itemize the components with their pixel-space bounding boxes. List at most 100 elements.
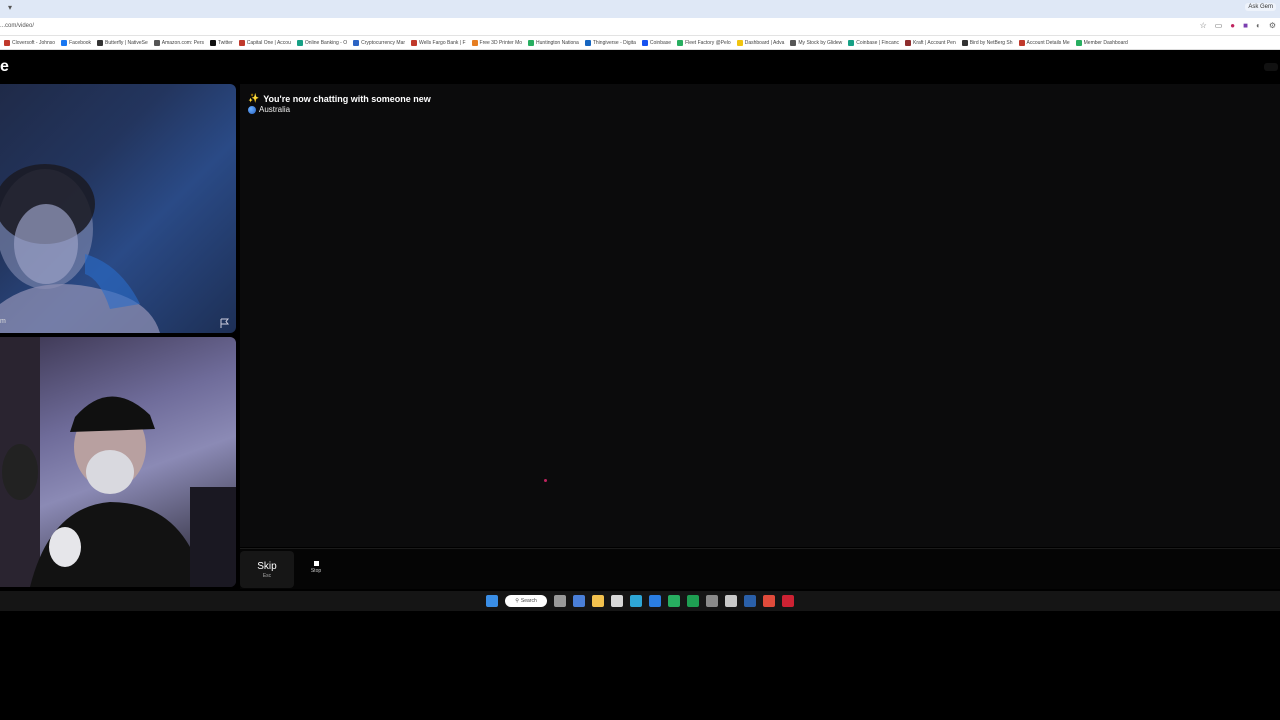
bookmark-label: Butterfly | NativeSe (105, 39, 148, 46)
steam-icon[interactable] (744, 595, 756, 607)
os-taskbar: ⚲ Search (0, 591, 1280, 611)
bookmark-item[interactable]: Coinbase (641, 39, 672, 46)
bookmark-label: Thingiverse - Digita (592, 39, 636, 46)
bookmark-item[interactable]: Free 3D Printer Mo (471, 39, 523, 46)
chat-controls: Skip Esc Stop (240, 548, 1280, 589)
remote-username: m (0, 318, 6, 325)
tab-dropdown-icon[interactable]: ▾ (8, 3, 12, 12)
bookmark-favicon-icon (238, 39, 245, 46)
bookmark-favicon-icon (353, 39, 360, 46)
report-flag-icon[interactable] (218, 317, 230, 329)
bookmark-label: My Stock by Glidew (798, 39, 843, 46)
address-bar[interactable]: ...com/video/ ☆ ▭ ● ■ ◐ ⚙ (0, 18, 1280, 36)
profile-icon[interactable]: ■ (1243, 21, 1248, 30)
url-text[interactable]: ...com/video/ (0, 23, 34, 29)
globe-icon (248, 105, 256, 114)
bookmark-favicon-icon (1075, 39, 1082, 46)
bookmark-item[interactable]: Account Details Me (1018, 39, 1070, 46)
store-icon[interactable] (611, 595, 623, 607)
app-page: e m ✨ You're now chatting with someone n… (0, 51, 1280, 591)
calculator-icon[interactable] (706, 595, 718, 607)
bookmark-item[interactable]: Kraft | Account Pen (905, 39, 956, 46)
record-icon[interactable]: ● (1230, 21, 1235, 30)
taskbar-search[interactable]: ⚲ Search (505, 595, 547, 607)
edge-icon[interactable] (630, 595, 642, 607)
bookmark-favicon-icon (210, 39, 217, 46)
photoshop-icon[interactable] (649, 595, 661, 607)
bookmark-label: Coinbase | Fincanc (856, 39, 900, 46)
star-icon[interactable]: ☆ (1200, 21, 1207, 30)
bookmark-favicon-icon (905, 39, 912, 46)
bookmark-favicon-icon (411, 39, 418, 46)
extension-icon[interactable]: ▭ (1215, 21, 1223, 30)
bookmark-item[interactable]: Butterfly | NativeSe (97, 39, 148, 46)
bookmark-item[interactable]: My Stock by Glidew (790, 39, 843, 46)
stop-icon (313, 561, 319, 566)
skip-label: Skip (257, 561, 277, 572)
snipping-tool-icon[interactable] (725, 595, 737, 607)
bookmark-favicon-icon (296, 39, 303, 46)
bookmark-item[interactable]: Facebook (61, 39, 91, 46)
bookmark-item[interactable]: Member Dashboard (1075, 39, 1128, 46)
new-chat-text: You're now chatting with someone new (263, 93, 431, 104)
bookmark-label: Kraft | Account Pen (913, 39, 956, 46)
bookmark-favicon-icon (1018, 39, 1025, 46)
bookmark-favicon-icon (961, 39, 968, 46)
search-icon: ⚲ (515, 598, 519, 604)
bookmark-label: Huntington Nationa (536, 39, 579, 46)
task-view-icon[interactable] (554, 595, 566, 607)
file-explorer-icon[interactable] (592, 595, 604, 607)
chrome-icon[interactable] (763, 595, 775, 607)
skip-button[interactable]: Skip Esc (240, 551, 294, 588)
stop-label: Stop (310, 568, 322, 574)
header-menu-button[interactable] (1264, 63, 1278, 71)
dark-mode-icon[interactable]: ◐ (1256, 21, 1261, 30)
bookmark-favicon-icon (584, 39, 591, 46)
windows-start-icon[interactable] (486, 595, 498, 607)
bookmark-label: Capital One | Accou (246, 39, 291, 46)
bookmark-favicon-icon (4, 39, 10, 46)
xbox-icon[interactable] (668, 595, 680, 607)
settings-icon[interactable]: ⚙ (1269, 21, 1276, 30)
location-text: Australia (259, 105, 291, 114)
toolbar-icons: ☆ ▭ ● ■ ◐ ⚙ (1200, 21, 1276, 30)
widgets-icon[interactable] (573, 595, 585, 607)
bookmark-label: Amazon.com: Pers (161, 39, 205, 46)
bookmark-item[interactable]: Thingiverse - Digita (584, 39, 636, 46)
bookmark-favicon-icon (641, 39, 648, 46)
bookmark-item[interactable]: Huntington Nationa (528, 39, 579, 46)
bookmark-label: Free 3D Printer Mo (479, 39, 523, 46)
bookmark-label: Coinbase (649, 39, 672, 46)
bookmark-item[interactable]: Cloversoft - Johnso (4, 39, 55, 46)
bookmark-item[interactable]: Dashboard | Adva (736, 39, 784, 46)
stop-button[interactable]: Stop (300, 551, 332, 588)
bookmarks-bar: Cloversoft - Johnso Facebook Butterfly | N… (0, 36, 1280, 50)
new-chat-notice: ✨ You're now chatting with someone new (248, 93, 431, 104)
bookmark-item[interactable]: Amazon.com: Pers (153, 39, 205, 46)
browser-tabstrip: ▾ Ask Gem (0, 0, 1280, 18)
bookmark-item[interactable]: Bird by NetBerg Sh (961, 39, 1013, 46)
bookmark-favicon-icon (471, 39, 478, 46)
self-person-silhouette (0, 337, 236, 587)
site-logo[interactable]: e (0, 58, 9, 76)
bookmark-item[interactable]: Capital One | Accou (238, 39, 291, 46)
spreadsheet-icon[interactable] (687, 595, 699, 607)
bookmark-favicon-icon (736, 39, 743, 46)
taskbar-search-label: Search (520, 598, 537, 604)
bookmark-label: Account Details Me (1026, 39, 1070, 46)
bookmark-favicon-icon (153, 39, 160, 46)
bookmark-label: Member Dashboard (1083, 39, 1128, 46)
bookmark-label: Twitter (218, 39, 233, 46)
bookmark-item[interactable]: Wells Fargo Bank | F (411, 39, 466, 46)
bookmark-favicon-icon (677, 39, 684, 46)
bookmark-item[interactable]: Cryptocurrency Mar (353, 39, 406, 46)
bookmark-item[interactable]: Online Banking - O (296, 39, 347, 46)
bookmark-item[interactable]: Twitter (210, 39, 233, 46)
opera-icon[interactable] (782, 595, 794, 607)
screen: ▾ Ask Gem ...com/video/ ☆ ▭ ● ■ ◐ ⚙ Clov… (0, 0, 1280, 720)
bookmark-favicon-icon (61, 39, 68, 46)
ask-gem-button[interactable]: Ask Gem (1245, 3, 1276, 11)
bookmark-item[interactable]: Fleet Factory @Pelo (677, 39, 731, 46)
bookmark-item[interactable]: Coinbase | Fincanc (848, 39, 900, 46)
bookmark-label: Cryptocurrency Mar (361, 39, 406, 46)
